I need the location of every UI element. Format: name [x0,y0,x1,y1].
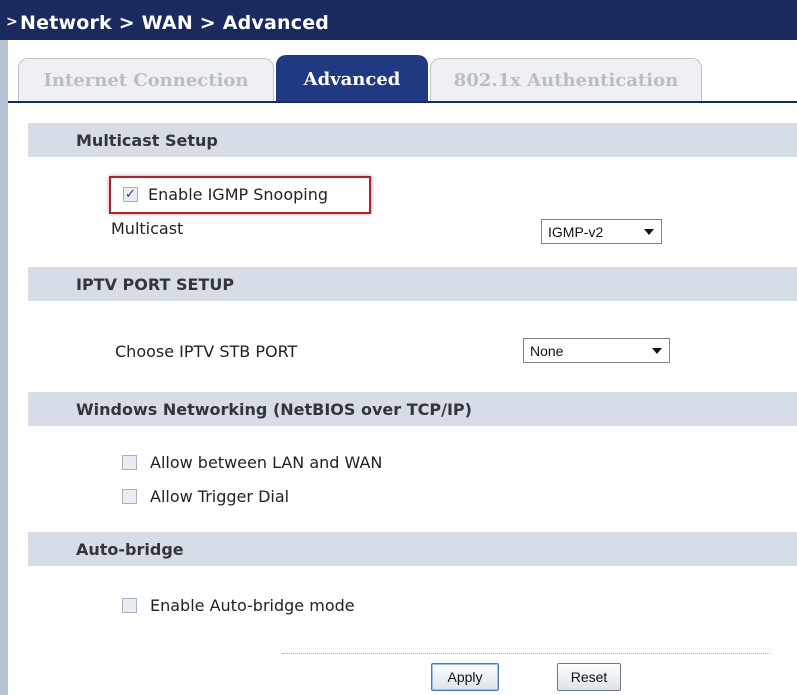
stb-port-select-value: None [530,342,564,359]
reset-button[interactable]: Reset [557,663,621,691]
tab-8021x-authentication[interactable]: 802.1x Authentication [430,58,702,102]
tab-advanced[interactable]: Advanced [276,55,428,103]
stb-port-select[interactable]: None [523,338,670,363]
multicast-select[interactable]: IGMP-v2 [541,219,662,244]
allow-lan-wan-label: Allow between LAN and WAN [150,453,383,472]
divider [282,653,770,654]
multicast-select-value: IGMP-v2 [548,223,604,240]
auto-bridge-label: Enable Auto-bridge mode [150,596,355,615]
allow-lan-wan-checkbox[interactable] [122,455,137,470]
auto-bridge-checkbox[interactable] [122,598,137,613]
section-auto-bridge: Auto-bridge [28,532,797,566]
left-rail [0,40,8,695]
breadcrumb-bar: > Network > WAN > Advanced [0,0,797,40]
stb-port-label: Choose IPTV STB PORT [115,342,298,361]
breadcrumb: Network > WAN > Advanced [20,12,330,34]
apply-button[interactable]: Apply [431,663,499,691]
chevron-down-icon [644,229,654,235]
multicast-label: Multicast [111,219,184,238]
chevron-down-icon [652,348,662,354]
section-iptv-port-setup: IPTV PORT SETUP [28,267,797,301]
section-windows-networking: Windows Networking (NetBIOS over TCP/IP) [28,392,797,426]
section-multicast-setup: Multicast Setup [28,123,797,157]
allow-trigger-dial-checkbox[interactable] [122,489,137,504]
igmp-snooping-checkbox[interactable]: ✓ [123,187,138,202]
breadcrumb-arrow-icon: > [6,14,18,30]
tab-divider [8,101,797,103]
igmp-snooping-label: Enable IGMP Snooping [148,185,329,204]
allow-trigger-dial-label: Allow Trigger Dial [150,487,290,506]
tab-internet-connection[interactable]: Internet Connection [18,58,274,102]
